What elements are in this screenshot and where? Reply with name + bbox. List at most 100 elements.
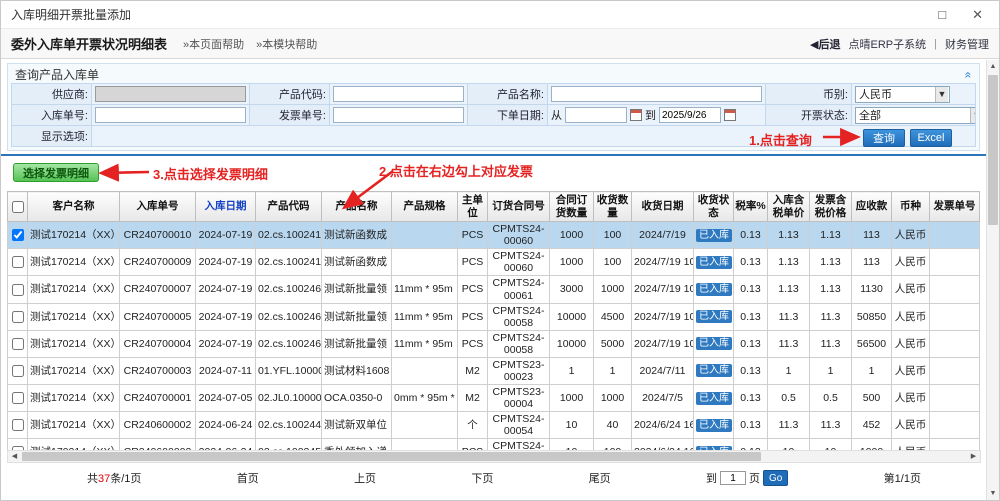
row-checkbox[interactable] <box>12 392 24 404</box>
invoice-no-input[interactable] <box>333 107 464 123</box>
inbound-no-input[interactable] <box>95 107 246 123</box>
page-number-input[interactable] <box>720 471 746 485</box>
column-header-customer-name: 客户名称 <box>28 192 120 222</box>
cell-received-qty: 1 <box>594 357 632 384</box>
cell-tax-rate: 0.13 <box>734 357 768 384</box>
collapse-icon[interactable]: « <box>962 71 976 78</box>
column-header-invoice-no: 发票单号 <box>930 192 980 222</box>
help-module-link[interactable]: »本模块帮助 <box>256 36 317 52</box>
cell-unit: PCS <box>458 222 488 249</box>
cell-contract-qty: 3000 <box>550 276 594 303</box>
window-title: 入库明细开票批量添加 <box>11 6 131 23</box>
cell-received-date: 2024/7/5 <box>632 384 694 411</box>
product-code-input[interactable] <box>333 86 464 102</box>
scroll-down-icon[interactable]: ▼ <box>987 487 999 500</box>
cell-invoice-tax-price: 11.3 <box>810 330 852 357</box>
table-row[interactable]: 测试170214（XX）CR2406000022024-06-2402.cs.1… <box>8 412 980 439</box>
column-header-inbound-date[interactable]: 入库日期 <box>196 192 256 222</box>
close-icon[interactable]: ✕ <box>972 8 983 21</box>
select-all-checkbox[interactable] <box>12 201 24 213</box>
restore-icon[interactable]: □ <box>938 8 946 21</box>
cell-inbound-no: CR240700003 <box>120 357 196 384</box>
calendar-icon[interactable] <box>630 109 642 121</box>
order-date-from-input[interactable] <box>565 107 627 123</box>
inbound-no-label: 入库单号: <box>12 105 92 126</box>
supplier-input[interactable] <box>95 86 246 102</box>
row-checkbox[interactable] <box>12 338 24 350</box>
table-row[interactable]: 测试170214（XX）CR2407000092024-07-1902.cs.1… <box>8 249 980 276</box>
row-checkbox[interactable] <box>12 284 24 296</box>
select-invoice-detail-button[interactable]: 选择发票明细 <box>13 163 99 182</box>
arrow-to-select-invoice-button <box>102 172 149 173</box>
table-row[interactable]: 测试170214（XX）CR2407000072024-07-1902.cs.1… <box>8 276 980 303</box>
cell-invoice-no <box>930 384 980 411</box>
table-row[interactable]: 测试170214（XX）CR2407000042024-07-1902.cs.1… <box>8 330 980 357</box>
cell-unit: 个 <box>458 412 488 439</box>
finance-module-link[interactable]: 财务管理 <box>945 36 989 52</box>
row-checkbox[interactable] <box>12 419 24 431</box>
vertical-scroll-thumb[interactable] <box>988 75 998 225</box>
invoice-status-select[interactable]: 全部 ▼ <box>855 107 976 124</box>
first-page-link[interactable]: 首页 <box>237 470 259 486</box>
cell-receivable: 1 <box>852 357 892 384</box>
scroll-up-icon[interactable]: ▲ <box>987 60 999 73</box>
column-header-inbound-tax-price: 入库含税单价 <box>768 192 810 222</box>
currency-label: 币别: <box>766 84 852 105</box>
help-page-link[interactable]: »本页面帮助 <box>183 36 244 52</box>
currency-select[interactable]: 人民币 ▼ <box>855 86 950 103</box>
row-checkbox[interactable] <box>12 311 24 323</box>
table-row[interactable]: 测试170214（XX）CR2407000032024-07-1101.YFL.… <box>8 357 980 384</box>
cell-currency: 人民币 <box>892 384 930 411</box>
cell-received-qty: 5000 <box>594 330 632 357</box>
cell-receivable: 113 <box>852 249 892 276</box>
cell-received-date: 2024/7/19 10 <box>632 249 694 276</box>
cell-tax-rate: 0.13 <box>734 303 768 330</box>
cell-inbound-no: CR240600002 <box>120 412 196 439</box>
cell-tax-rate: 0.13 <box>734 330 768 357</box>
horizontal-scrollbar[interactable]: ◀ ▶ <box>7 450 981 463</box>
product-name-input[interactable] <box>551 86 762 102</box>
row-checkbox[interactable] <box>12 365 24 377</box>
cell-tax-rate: 0.13 <box>734 276 768 303</box>
table-row[interactable]: 测试170214（XX）CR2407000102024-07-1902.cs.1… <box>8 222 980 249</box>
table-row[interactable]: 测试170214（XX）CR2407000012024-07-0502.JL0.… <box>8 384 980 411</box>
column-header-contract-no: 订货合同号 <box>488 192 550 222</box>
horizontal-scroll-thumb[interactable] <box>22 452 761 461</box>
scroll-right-icon[interactable]: ▶ <box>967 451 980 462</box>
cell-contract-no: CPMTS23-00004 <box>488 384 550 411</box>
cell-customer-name: 测试170214（XX） <box>28 276 120 303</box>
column-header-tax-rate: 税率% <box>734 192 768 222</box>
cell-received-date: 2024/6/24 16 <box>632 412 694 439</box>
prev-page-link[interactable]: 上页 <box>354 470 376 486</box>
search-button[interactable]: 查询 <box>863 129 905 147</box>
cell-inbound-no: CR240700005 <box>120 303 196 330</box>
cell-inbound-no: CR240700001 <box>120 384 196 411</box>
calendar-icon[interactable] <box>724 109 736 121</box>
annotation-step2: 2.点击在右边勾上对应发票 <box>379 161 533 180</box>
row-checkbox[interactable] <box>12 229 24 241</box>
cell-unit: PCS <box>458 249 488 276</box>
cell-receivable: 56500 <box>852 330 892 357</box>
last-page-link[interactable]: 尾页 <box>589 470 611 486</box>
order-date-to-input[interactable] <box>659 107 721 123</box>
cell-received-date: 2024/7/19 10 <box>632 276 694 303</box>
invoice-status-label: 开票状态: <box>766 105 852 126</box>
vertical-scrollbar[interactable]: ▲ ▼ <box>986 60 999 500</box>
cell-unit: PCS <box>458 303 488 330</box>
cell-contract-qty: 10 <box>550 412 594 439</box>
go-button[interactable]: Go <box>763 470 788 486</box>
cell-inbound-tax-price: 11.3 <box>768 330 810 357</box>
column-header-received-qty: 收货数量 <box>594 192 632 222</box>
back-link[interactable]: ◀后退 <box>810 36 840 52</box>
main-content: 查询产品入库单 « 供应商: 产品代码: 产品名称: 币别: <box>1 59 986 500</box>
next-page-link[interactable]: 下页 <box>471 470 493 486</box>
row-checkbox[interactable] <box>12 256 24 268</box>
cell-product-code: 02.cs.100246 <box>256 330 322 357</box>
excel-button[interactable]: Excel <box>910 129 952 147</box>
erp-system-link[interactable]: 点晴ERP子系统 <box>849 36 927 52</box>
cell-inbound-date: 2024-07-05 <box>196 384 256 411</box>
table-row[interactable]: 测试170214（XX）CR2407000052024-07-1902.cs.1… <box>8 303 980 330</box>
cell-inbound-date: 2024-07-19 <box>196 276 256 303</box>
cell-tax-rate: 0.13 <box>734 222 768 249</box>
scroll-left-icon[interactable]: ◀ <box>8 451 21 462</box>
